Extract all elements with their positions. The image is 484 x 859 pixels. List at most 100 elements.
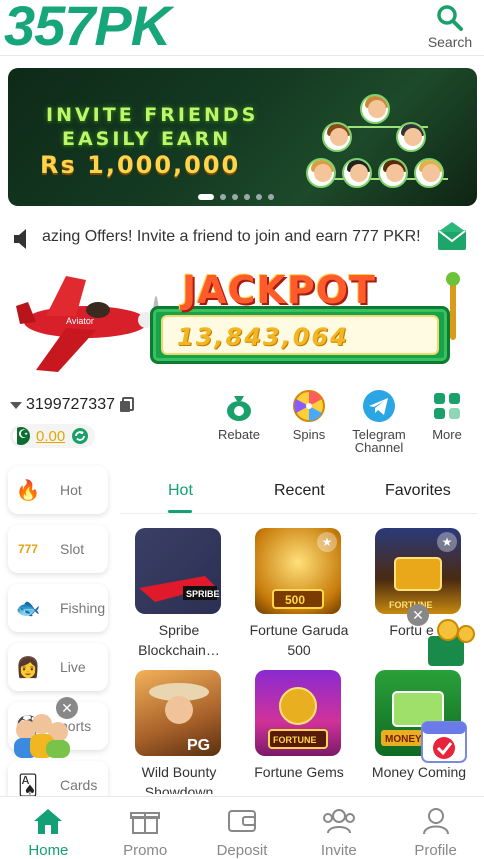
game-thumbnail: SPRIBE <box>135 528 221 614</box>
jackpot-panel[interactable]: Aviator 13,843,064 JACKPOT <box>0 266 484 378</box>
pakistan-flag-icon <box>12 427 30 445</box>
game-thumbnail: PG <box>135 670 221 756</box>
game-card[interactable]: FORTUNE Fortune Gems <box>240 666 358 794</box>
money-bag-icon <box>227 396 251 421</box>
spins-label: Spins <box>292 427 326 442</box>
promo-banner[interactable]: INVITE FRIENDS EASILY EARN Rs 1,000,000 <box>8 68 477 206</box>
nav-profile[interactable]: Profile <box>387 797 484 859</box>
category-fishing[interactable]: 🐟 Fishing <box>8 584 108 632</box>
nav-label: Home <box>28 842 69 859</box>
banner-headline-2: EASILY EARN <box>62 128 232 150</box>
brand-logo[interactable]: 357PK <box>4 0 171 56</box>
game-name-line: Wild Bounty <box>141 764 217 780</box>
game-badge: 500 <box>285 593 305 607</box>
favorite-star-icon[interactable]: ★ <box>317 532 337 552</box>
chevron-down-icon[interactable] <box>10 401 22 409</box>
account-info: 3199727337 0.00 <box>10 394 210 454</box>
game-art: PG <box>149 683 210 754</box>
invite-icon <box>322 809 355 834</box>
game-card[interactable]: PG Wild Bounty Showdown <box>120 666 238 794</box>
coin-stack-widget-icon[interactable] <box>424 614 478 670</box>
home-icon <box>34 809 63 834</box>
carousel-dot[interactable] <box>256 194 262 200</box>
tab-favorites[interactable]: Favorites <box>385 482 451 500</box>
game-art: FORTUNE <box>268 687 328 749</box>
friend-avatar <box>360 94 390 124</box>
gift-icon <box>130 812 161 834</box>
game-tabs: Hot Recent Favorites <box>120 470 478 514</box>
jackpot-title-text: JACKPOT <box>182 268 376 312</box>
calendar-checkin-icon[interactable] <box>418 712 474 768</box>
game-badge: SPRIBE <box>186 589 220 599</box>
friend-avatar <box>414 158 444 188</box>
friend-avatar <box>306 158 336 188</box>
carousel-dot[interactable] <box>220 194 226 200</box>
game-card[interactable]: SPRIBE Spribe Blockchain… <box>120 524 238 666</box>
nav-deposit[interactable]: Deposit <box>194 797 291 859</box>
category-hot[interactable]: 🔥 Hot <box>8 466 108 514</box>
nav-invite[interactable]: Invite <box>290 797 387 859</box>
game-thumbnail: FORTUNE <box>255 670 341 756</box>
search-button[interactable]: Search <box>424 4 476 52</box>
friend-avatar <box>396 122 426 152</box>
game-badge: MONEY <box>385 734 422 745</box>
nav-promo[interactable]: Promo <box>97 797 194 859</box>
fish-icon: 🐟 <box>15 597 41 620</box>
speaker-icon <box>14 229 26 249</box>
category-label: Slot <box>60 541 85 557</box>
friend-avatar <box>378 158 408 188</box>
favorite-star-icon[interactable]: ★ <box>437 532 457 552</box>
category-label: Hot <box>60 482 82 498</box>
cards-icon: 🂡 <box>17 774 39 797</box>
game-name: Fortune Gems <box>254 764 344 780</box>
announcement-text: azing Offers! Invite a friend to join an… <box>42 228 421 245</box>
bottom-nav: Home Promo Deposit Invite Profile <box>0 796 484 859</box>
game-name: Fortune Garuda 500 <box>240 620 358 660</box>
game-thumbnail: ★ 500 <box>255 528 341 614</box>
game-name-line: Fortune Garuda <box>249 622 349 638</box>
account-id-row[interactable]: 3199727337 <box>10 396 135 414</box>
carousel-dots <box>198 194 274 200</box>
profile-icon <box>422 808 449 835</box>
category-label: Cards <box>60 777 98 793</box>
carousel-dot[interactable] <box>232 194 238 200</box>
category-live[interactable]: 👩 Live <box>8 643 108 691</box>
search-icon <box>437 5 463 31</box>
nav-label: Deposit <box>216 842 268 859</box>
category-label: Fishing <box>60 600 106 616</box>
wheel-icon <box>293 390 325 422</box>
tab-recent[interactable]: Recent <box>274 482 325 500</box>
category-slot[interactable]: 777 Slot <box>8 525 108 573</box>
spins-button[interactable]: Spins <box>274 388 344 441</box>
nav-home[interactable]: Home <box>0 797 97 859</box>
nav-label: Profile <box>414 842 457 859</box>
game-card[interactable]: ★ 500 Fortune Garuda 500 <box>240 524 358 666</box>
telegram-label-2: Channel <box>354 440 404 455</box>
nav-label: Promo <box>123 842 168 859</box>
wallet-icon <box>227 810 256 832</box>
telegram-icon <box>363 390 395 422</box>
game-name: Wild Bounty Showdown <box>120 762 238 794</box>
tab-indicator <box>168 510 192 513</box>
tab-hot[interactable]: Hot <box>168 482 193 500</box>
rebate-label: Rebate <box>218 427 260 442</box>
nav-label: Invite <box>320 842 357 859</box>
game-name-line: Showdown <box>144 784 214 794</box>
invite-group-widget-icon[interactable] <box>8 708 74 760</box>
jackpot-title: JACKPOT <box>182 268 376 312</box>
carousel-dot[interactable] <box>244 194 250 200</box>
carousel-dot[interactable] <box>268 194 274 200</box>
rebate-button[interactable]: Rebate <box>204 388 274 441</box>
slot-icon: 777 <box>17 542 39 556</box>
copy-icon[interactable] <box>119 397 135 413</box>
search-label: Search <box>427 34 473 50</box>
more-label: More <box>432 427 462 442</box>
carousel-dot[interactable] <box>198 194 214 200</box>
balance-amount: 0.00 <box>36 427 66 445</box>
more-button[interactable]: More <box>412 388 482 441</box>
fire-icon: 🔥 <box>15 479 41 502</box>
refresh-icon[interactable] <box>71 427 89 445</box>
mail-icon[interactable] <box>436 220 468 252</box>
banner-headline-1: INVITE FRIENDS <box>46 104 259 126</box>
telegram-channel-button[interactable]: Telegram Channel <box>344 388 414 454</box>
